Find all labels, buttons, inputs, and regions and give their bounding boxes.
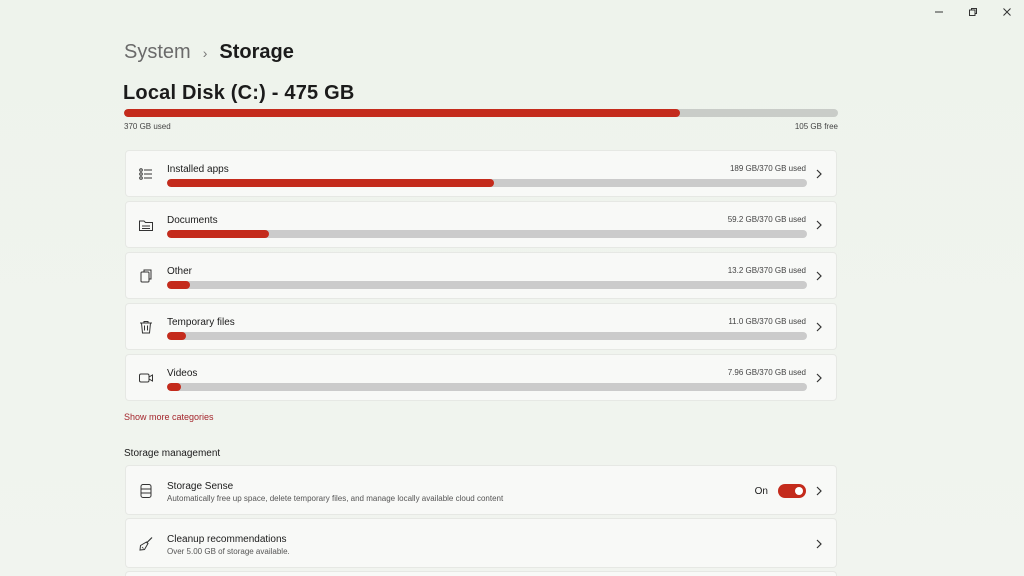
- category-other[interactable]: Other 13.2 GB/370 GB used: [125, 252, 837, 299]
- chevron-right-icon: [816, 486, 822, 496]
- storage-categories: Installed apps 189 GB/370 GB used Docume…: [125, 150, 837, 405]
- category-amount: 11.0 GB/370 GB used: [728, 317, 806, 326]
- category-documents[interactable]: Documents 59.2 GB/370 GB used: [125, 201, 837, 248]
- category-bar: [167, 179, 807, 187]
- page-title: Storage: [219, 41, 294, 63]
- minimize-icon[interactable]: [922, 0, 956, 24]
- chevron-right-icon: [816, 220, 822, 230]
- category-bar-fill: [167, 179, 495, 187]
- category-amount: 189 GB/370 GB used: [729, 164, 806, 173]
- chevron-right-icon: [816, 373, 822, 383]
- category-amount: 7.96 GB/370 GB used: [727, 368, 806, 377]
- disk-free-label: 105 GB free: [794, 122, 838, 131]
- settings-window: System › Storage Local Disk (C:) - 475 G…: [0, 0, 1024, 576]
- cleanup-recommendations-item[interactable]: Cleanup recommendations Over 5.00 GB of …: [125, 518, 837, 568]
- trash-icon: [140, 321, 152, 334]
- storage-sense-item[interactable]: Storage Sense Automatically free up spac…: [125, 465, 837, 515]
- list-icon: [139, 168, 152, 180]
- breadcrumb-separator: ›: [202, 44, 208, 61]
- copy-icon: [140, 269, 152, 283]
- storage-management-list: Storage Sense Automatically free up spac…: [125, 465, 837, 576]
- storage-sense-toggle[interactable]: [778, 484, 806, 498]
- category-label: Videos: [167, 368, 198, 379]
- storage-sense-title: Storage Sense: [167, 481, 234, 492]
- category-bar-fill: [167, 230, 270, 238]
- category-bar-fill: [167, 332, 187, 340]
- chevron-right-icon: [816, 539, 822, 549]
- disk-used-label: 370 GB used: [124, 122, 171, 131]
- toggle-knob: [795, 487, 803, 495]
- category-label: Documents: [167, 215, 218, 226]
- breadcrumb-system[interactable]: System: [124, 41, 191, 64]
- category-bar: [167, 332, 807, 340]
- window-controls: [922, 0, 1024, 24]
- category-bar: [167, 383, 807, 391]
- cleanup-description: Over 5.00 GB of storage available.: [167, 547, 290, 556]
- show-more-categories-link[interactable]: Show more categories: [124, 412, 214, 422]
- category-bar: [167, 281, 807, 289]
- folder-icon: [139, 220, 153, 231]
- section-title-storage-management: Storage management: [124, 448, 221, 459]
- category-bar-fill: [167, 281, 191, 289]
- disk-title: Local Disk (C:) - 475 GB: [123, 82, 355, 104]
- breadcrumb: System › Storage: [124, 41, 294, 64]
- disk-usage-bar: [124, 109, 838, 117]
- broom-icon: [139, 537, 153, 551]
- category-amount: 59.2 GB/370 GB used: [727, 215, 806, 224]
- chevron-right-icon: [816, 169, 822, 179]
- cleanup-title: Cleanup recommendations: [167, 534, 287, 545]
- category-amount: 13.2 GB/370 GB used: [727, 266, 806, 275]
- drive-icon: [140, 484, 152, 498]
- chevron-right-icon: [816, 322, 822, 332]
- video-icon: [139, 373, 153, 383]
- category-temporary-files[interactable]: Temporary files 11.0 GB/370 GB used: [125, 303, 837, 350]
- disk-usage-fill: [124, 109, 681, 117]
- storage-sense-toggle-label: On: [754, 486, 768, 497]
- category-label: Other: [167, 266, 193, 277]
- next-management-item-partial[interactable]: [125, 571, 837, 576]
- category-bar-fill: [167, 383, 182, 391]
- category-label: Installed apps: [167, 164, 229, 175]
- category-videos[interactable]: Videos 7.96 GB/370 GB used: [125, 354, 837, 401]
- chevron-right-icon: [816, 271, 822, 281]
- restore-icon[interactable]: [956, 0, 990, 24]
- storage-sense-description: Automatically free up space, delete temp…: [167, 494, 504, 503]
- close-icon[interactable]: [990, 0, 1024, 24]
- category-label: Temporary files: [167, 317, 235, 328]
- category-bar: [167, 230, 807, 238]
- category-installed-apps[interactable]: Installed apps 189 GB/370 GB used: [125, 150, 837, 197]
